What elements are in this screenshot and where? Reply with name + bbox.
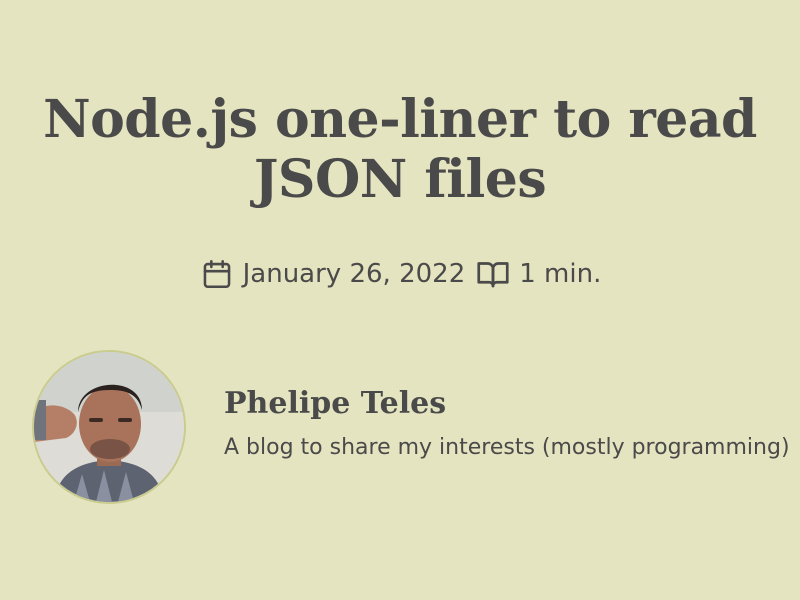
author-info: Phelipe Teles A blog to share my interes…	[224, 386, 790, 460]
reading-time: 1 min.	[519, 259, 602, 289]
author-name: Phelipe Teles	[224, 386, 447, 421]
calendar-icon	[199, 256, 235, 292]
author-description: A blog to share my interests (mostly pro…	[224, 435, 790, 460]
post-meta: January 26, 2022 1 min.	[0, 254, 800, 294]
post-date: January 26, 2022	[242, 259, 466, 289]
post-title: Node.js one-liner to read JSON files	[43, 89, 757, 210]
open-book-icon	[475, 256, 511, 292]
author-avatar	[32, 350, 186, 504]
author-card: Phelipe Teles A blog to share my interes…	[32, 350, 790, 504]
